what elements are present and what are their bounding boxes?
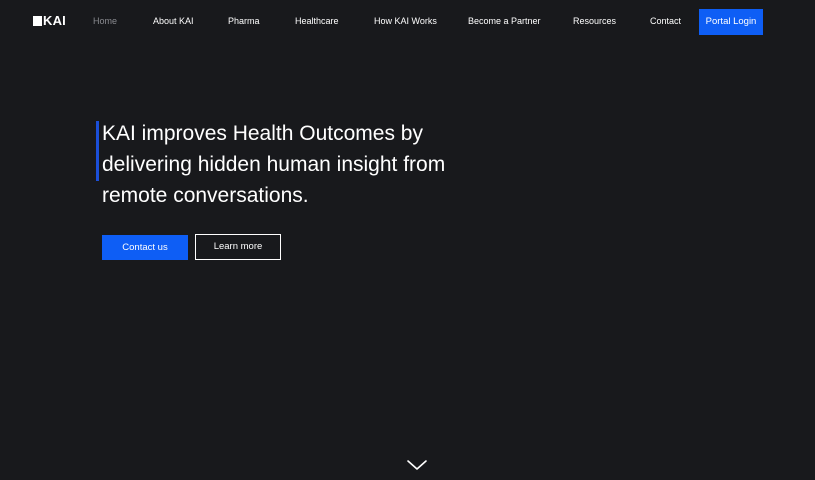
- logo-text: KAI: [43, 13, 66, 28]
- portal-login-button[interactable]: Portal Login: [699, 9, 763, 35]
- nav-item-contact[interactable]: Contact: [650, 15, 681, 27]
- nav-item-home[interactable]: Home: [93, 15, 117, 27]
- logo-mark-icon: [33, 16, 42, 26]
- nav-item-about-kai[interactable]: About KAI: [153, 15, 194, 27]
- hero-title: KAI improves Health Outcomes by deliveri…: [102, 122, 446, 207]
- nav-item-pharma[interactable]: Pharma: [228, 15, 260, 27]
- nav-item-become-a-partner[interactable]: Become a Partner: [468, 15, 541, 27]
- nav-item-how-kai-works[interactable]: How KAI Works: [374, 15, 437, 27]
- chevron-down-icon[interactable]: [406, 458, 428, 472]
- contact-us-button[interactable]: Contact us: [102, 235, 188, 260]
- chevron-down-icon-svg: [407, 460, 427, 470]
- site-header: KAI Home About KAI Pharma Healthcare How…: [0, 0, 815, 44]
- learn-more-button[interactable]: Learn more: [195, 234, 281, 260]
- kai-logo[interactable]: KAI: [33, 14, 66, 28]
- nav-item-healthcare[interactable]: Healthcare: [295, 15, 339, 27]
- hero-accent-bar: [96, 121, 99, 181]
- nav-item-resources[interactable]: Resources: [573, 15, 616, 27]
